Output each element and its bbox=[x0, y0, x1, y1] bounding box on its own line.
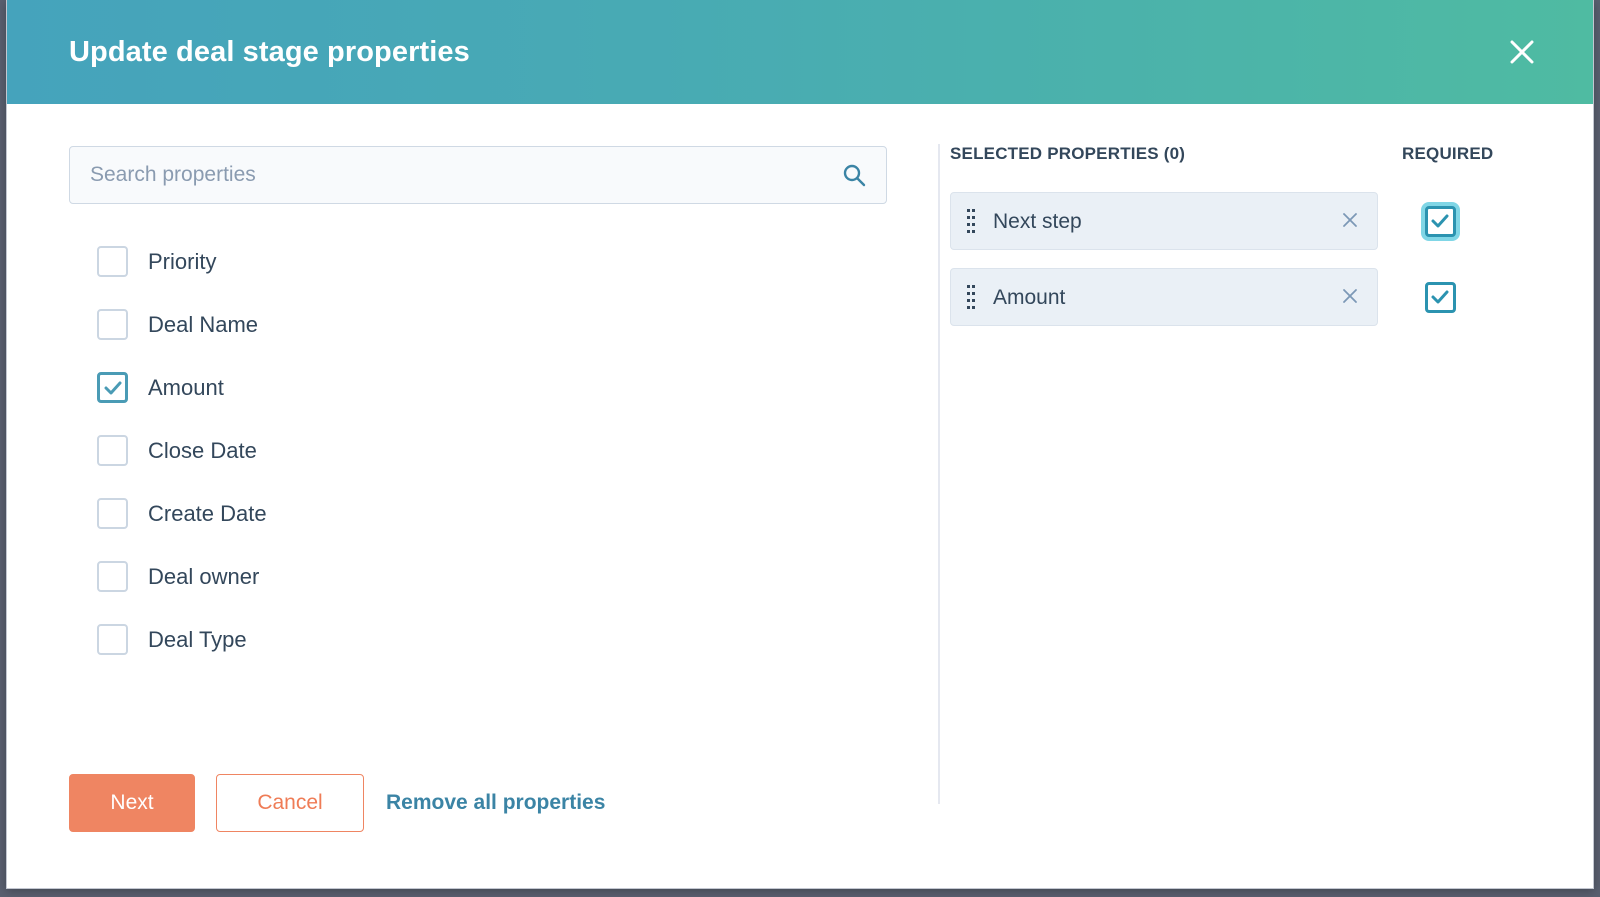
property-row-deal-name[interactable]: Deal Name bbox=[69, 293, 932, 356]
property-label: Close Date bbox=[148, 440, 257, 462]
property-row-create-date[interactable]: Create Date bbox=[69, 482, 932, 545]
selected-property-chip-amount[interactable]: Amount bbox=[950, 268, 1378, 326]
property-row-priority[interactable]: Priority bbox=[69, 230, 932, 293]
search-field bbox=[69, 146, 887, 204]
property-row-deal-owner[interactable]: Deal owner bbox=[69, 545, 932, 608]
search-icon[interactable] bbox=[841, 162, 867, 188]
property-label: Deal Type bbox=[148, 629, 247, 651]
next-button[interactable]: Next bbox=[69, 774, 195, 832]
property-label: Deal Name bbox=[148, 314, 258, 336]
property-row-deal-type[interactable]: Deal Type bbox=[69, 608, 932, 671]
property-label: Priority bbox=[148, 251, 216, 273]
cancel-button[interactable]: Cancel bbox=[216, 774, 364, 832]
property-label: Amount bbox=[148, 377, 224, 399]
checkbox-priority[interactable] bbox=[97, 246, 128, 277]
selected-property-row: Next step bbox=[950, 192, 1593, 250]
property-row-amount[interactable]: Amount bbox=[69, 356, 932, 419]
checkbox-close-date[interactable] bbox=[97, 435, 128, 466]
close-icon bbox=[1341, 211, 1359, 232]
close-icon bbox=[1507, 37, 1537, 67]
page-title: Update deal stage properties bbox=[69, 38, 470, 67]
dialog-header: Update deal stage properties bbox=[7, 0, 1593, 104]
close-button[interactable] bbox=[1503, 33, 1541, 71]
dialog-footer: Next Cancel Remove all properties bbox=[7, 774, 1593, 888]
required-column-title: REQUIRED bbox=[1402, 144, 1493, 164]
drag-handle-icon[interactable] bbox=[967, 282, 975, 312]
remove-property-button[interactable] bbox=[1337, 208, 1363, 234]
selected-property-row: Amount bbox=[950, 268, 1593, 326]
checkbox-deal-owner[interactable] bbox=[97, 561, 128, 592]
dialog-body: Priority Deal Name Amount bbox=[7, 104, 1593, 774]
selected-properties-list: Next step bbox=[950, 192, 1593, 326]
remove-property-button[interactable] bbox=[1337, 284, 1363, 310]
checkbox-deal-name[interactable] bbox=[97, 309, 128, 340]
selected-property-label: Amount bbox=[993, 287, 1065, 308]
update-deal-stage-properties-dialog: Update deal stage properties bbox=[6, 0, 1594, 889]
selected-properties-title: SELECTED PROPERTIES (0) bbox=[950, 144, 1402, 164]
remove-all-properties-link[interactable]: Remove all properties bbox=[386, 791, 605, 815]
property-label: Create Date bbox=[148, 503, 267, 525]
checkbox-amount[interactable] bbox=[97, 372, 128, 403]
property-row-close-date[interactable]: Close Date bbox=[69, 419, 932, 482]
search-input[interactable] bbox=[69, 146, 887, 204]
checkbox-create-date[interactable] bbox=[97, 498, 128, 529]
required-checkbox-amount[interactable] bbox=[1425, 282, 1456, 313]
selected-property-chip-next-step[interactable]: Next step bbox=[950, 192, 1378, 250]
checkbox-deal-type[interactable] bbox=[97, 624, 128, 655]
selected-property-label: Next step bbox=[993, 211, 1082, 232]
required-cell bbox=[1378, 282, 1502, 313]
required-cell bbox=[1378, 206, 1502, 237]
drag-handle-icon[interactable] bbox=[967, 206, 975, 236]
property-picker-pane: Priority Deal Name Amount bbox=[7, 104, 932, 774]
close-icon bbox=[1341, 287, 1359, 308]
property-label: Deal owner bbox=[148, 566, 259, 588]
property-checkbox-list: Priority Deal Name Amount bbox=[69, 230, 932, 671]
selected-properties-header: SELECTED PROPERTIES (0) REQUIRED bbox=[950, 144, 1593, 164]
required-checkbox-next-step[interactable] bbox=[1425, 206, 1456, 237]
selected-properties-pane: SELECTED PROPERTIES (0) REQUIRED Next st… bbox=[932, 104, 1593, 774]
